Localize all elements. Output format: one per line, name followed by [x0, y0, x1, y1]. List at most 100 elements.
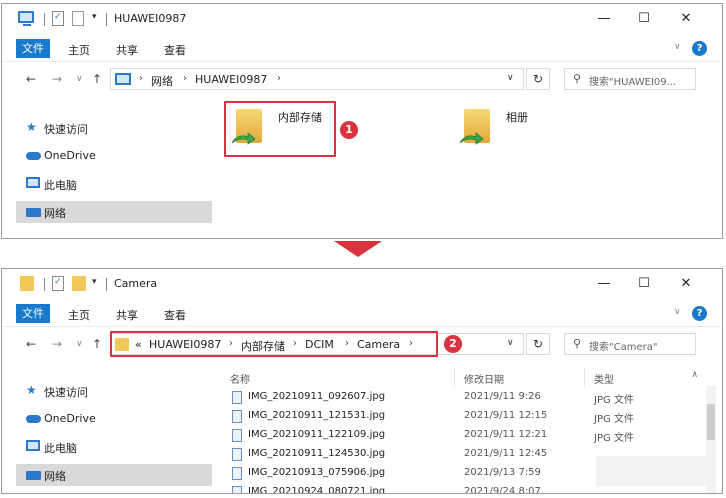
this-pc-icon [18, 11, 34, 26]
tab-file[interactable]: 文件 [16, 39, 50, 58]
new-folder-icon[interactable] [72, 276, 86, 291]
sidebar-item-label: 快速访问 [44, 123, 88, 136]
file-name: IMG_20210924_080721.jpg [248, 486, 386, 494]
address-dropdown-icon[interactable]: ∨ [507, 338, 514, 348]
maximize-button[interactable]: ☐ [630, 275, 658, 293]
properties-icon[interactable] [52, 11, 64, 26]
separator [44, 278, 45, 291]
network-icon [26, 208, 41, 217]
search-icon: ⚲ [573, 72, 582, 85]
refresh-button[interactable]: ↻ [526, 333, 550, 355]
highlight-box [110, 331, 438, 357]
properties-icon[interactable] [52, 276, 64, 291]
expand-ribbon-icon[interactable]: ∨ [674, 307, 681, 317]
up-button[interactable]: ↑ [92, 337, 102, 351]
sidebar-item-network[interactable]: 网络 [16, 201, 212, 223]
sidebar-item-quick-access[interactable]: ★ 快速访问 [16, 117, 212, 139]
window-title: HUAWEI0987 [114, 12, 187, 25]
device-album[interactable]: 相册 [454, 101, 574, 157]
sidebar-item-this-pc[interactable]: 此电脑 [16, 173, 212, 195]
highlight-box [224, 101, 336, 157]
separator [44, 13, 45, 26]
sidebar-item-label: 此电脑 [44, 179, 77, 192]
breadcrumb-item[interactable]: 网络 [151, 73, 173, 89]
image-file-icon [232, 410, 242, 423]
up-button[interactable]: ↑ [92, 72, 102, 86]
table-row[interactable]: IMG_20210911_122109.jpg 2021/9/11 12:21 … [214, 426, 698, 445]
cloud-icon [26, 415, 41, 423]
help-icon[interactable]: ? [692, 41, 707, 56]
ribbon-tabs: 文件 主页 共享 查看 ∨ ? [2, 34, 722, 62]
tab-view[interactable]: 查看 [164, 42, 186, 58]
table-row[interactable]: IMG_20210911_121531.jpg 2021/9/11 12:15 … [214, 407, 698, 426]
sidebar-item-label: 网络 [44, 207, 66, 220]
minimize-button[interactable]: — [590, 10, 618, 28]
tab-share[interactable]: 共享 [116, 42, 138, 58]
customize-toolbar-icon[interactable]: ▾ [92, 12, 97, 28]
tab-home[interactable]: 主页 [68, 307, 90, 323]
close-button[interactable]: ✕ [672, 10, 700, 28]
back-button[interactable]: ← [26, 72, 36, 86]
share-arrow-icon [459, 132, 484, 145]
back-button[interactable]: ← [26, 337, 36, 351]
sidebar-item-label: OneDrive [44, 149, 96, 162]
sidebar-item-label: 此电脑 [44, 442, 77, 455]
forward-button[interactable]: → [52, 337, 62, 351]
navigation-bar: ← → ∨ ↑ › 网络 › HUAWEI0987 › ∨ ↻ ⚲ 搜索"HUA… [2, 62, 722, 96]
minimize-button[interactable]: — [590, 275, 618, 293]
file-name: IMG_20210911_124530.jpg [248, 448, 386, 459]
window-title: Camera [114, 277, 158, 290]
tab-home[interactable]: 主页 [68, 42, 90, 58]
sidebar-item-this-pc[interactable]: 此电脑 [16, 436, 212, 458]
column-divider[interactable] [584, 369, 585, 387]
tab-share[interactable]: 共享 [116, 307, 138, 323]
sidebar-item-label: OneDrive [44, 412, 96, 425]
pc-icon [26, 440, 40, 451]
search-input[interactable]: 搜索"Camera" [589, 338, 693, 353]
address-dropdown-icon[interactable]: ∨ [507, 73, 514, 83]
new-folder-icon[interactable] [72, 11, 84, 26]
forward-button[interactable]: → [52, 72, 62, 86]
scroll-up-icon[interactable]: ∧ [691, 370, 698, 380]
step-badge: 2 [444, 335, 462, 353]
column-header-name[interactable]: 名称 [230, 371, 250, 386]
scrollbar-thumb[interactable] [707, 404, 715, 440]
folder-icon [20, 276, 34, 291]
sidebar-item-quick-access[interactable]: ★ 快速访问 [16, 380, 212, 402]
image-file-icon [232, 467, 242, 480]
sidebar-item-label: 网络 [44, 470, 66, 483]
breadcrumb-separator: › [139, 73, 143, 84]
maximize-button[interactable]: ☐ [630, 10, 658, 28]
address-bar[interactable]: › 网络 › HUAWEI0987 › ∨ [110, 68, 524, 90]
close-button[interactable]: ✕ [672, 275, 700, 293]
column-header-date[interactable]: 修改日期 [464, 371, 504, 386]
sidebar-item-onedrive[interactable]: OneDrive [16, 408, 212, 430]
search-box[interactable]: ⚲ 搜索"HUAWEI09... [564, 68, 696, 90]
column-divider[interactable] [454, 369, 455, 387]
cloud-icon [26, 152, 41, 160]
sidebar-item-network[interactable]: 网络 [16, 464, 212, 486]
column-header-type[interactable]: 类型 [594, 371, 614, 386]
file-name: IMG_20210911_092607.jpg [248, 391, 386, 402]
search-box[interactable]: ⚲ 搜索"Camera" [564, 333, 696, 355]
tab-file[interactable]: 文件 [16, 304, 50, 323]
tab-view[interactable]: 查看 [164, 307, 186, 323]
navigation-pane: ★ 快速访问 OneDrive 此电脑 网络 [2, 364, 214, 493]
refresh-button[interactable]: ↻ [526, 68, 550, 90]
file-name: IMG_20210911_121531.jpg [248, 410, 386, 421]
recent-locations-icon[interactable]: ∨ [76, 339, 83, 349]
help-icon[interactable]: ? [692, 306, 707, 321]
expand-ribbon-icon[interactable]: ∨ [674, 42, 681, 52]
separator [106, 13, 107, 26]
navigation-pane: ★ 快速访问 OneDrive 此电脑 网络 [2, 99, 214, 238]
search-input[interactable]: 搜索"HUAWEI09... [589, 73, 693, 88]
breadcrumb-item[interactable]: HUAWEI0987 [195, 73, 267, 86]
sidebar-item-onedrive[interactable]: OneDrive [16, 145, 212, 167]
customize-toolbar-icon[interactable]: ▾ [92, 277, 97, 293]
file-type: JPG 文件 [594, 433, 634, 444]
recent-locations-icon[interactable]: ∨ [76, 74, 83, 84]
title-bar: ▾ Camera — ☐ ✕ [2, 269, 722, 299]
table-row[interactable]: IMG_20210911_092607.jpg 2021/9/11 9:26 J… [214, 388, 698, 407]
breadcrumb-separator: › [277, 73, 281, 84]
device-label: 相册 [506, 111, 528, 124]
